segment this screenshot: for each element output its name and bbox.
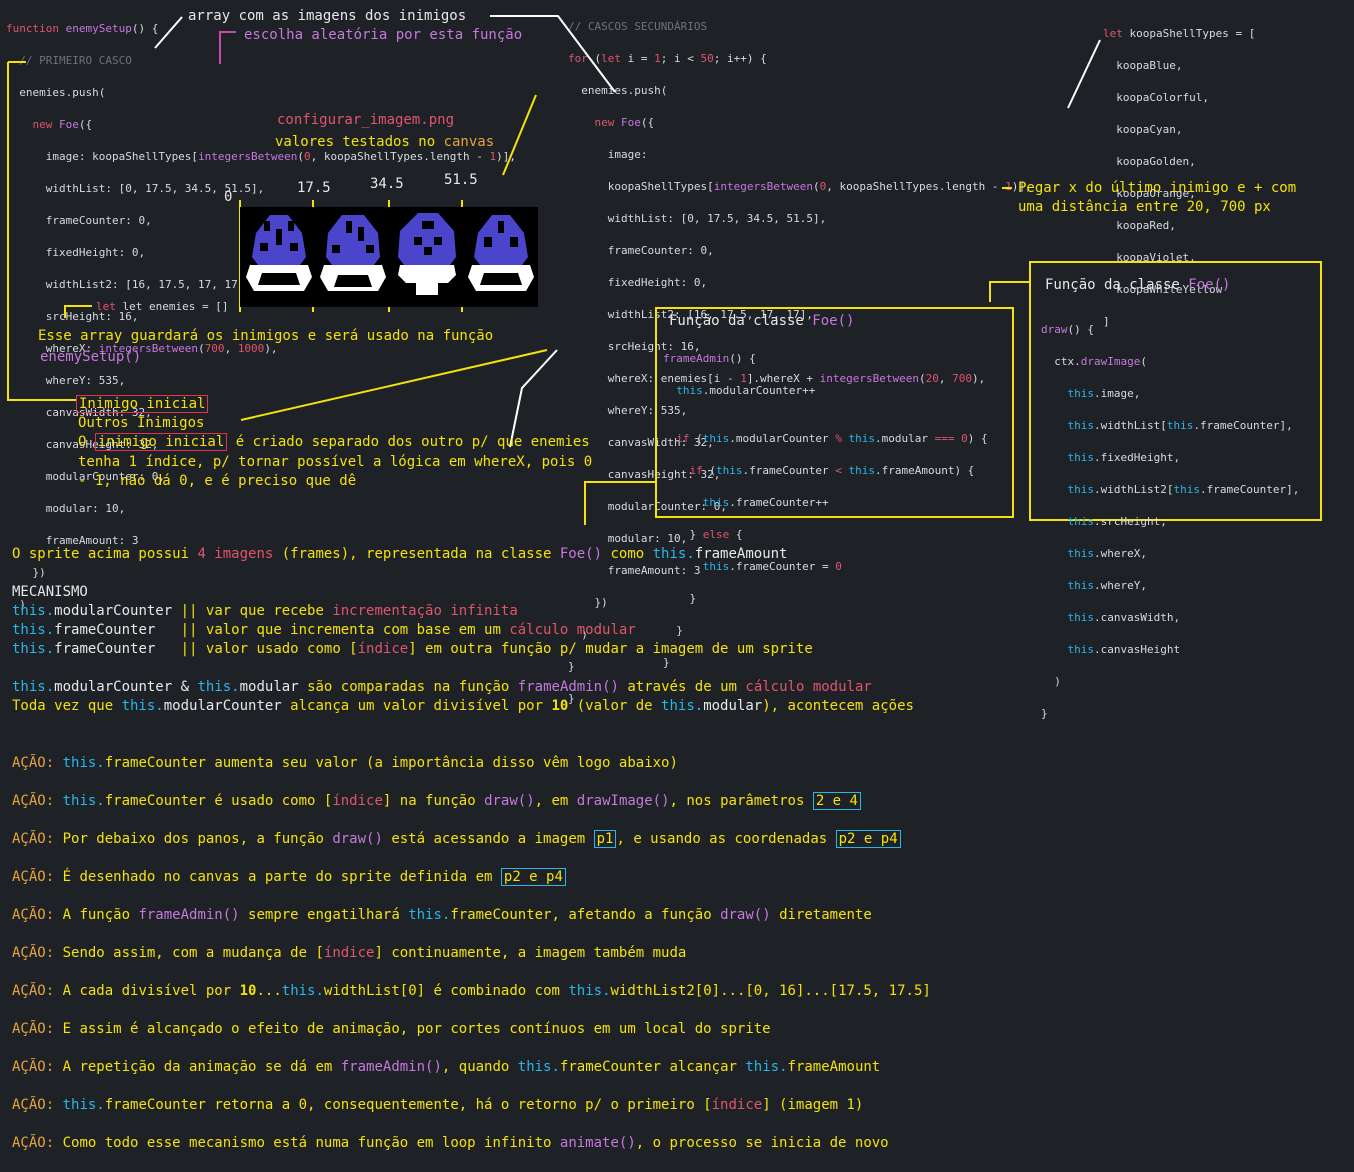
action-item: AÇÃO: Como todo esse mecanismo está numa… [12,1135,889,1151]
shell-frame-2 [320,215,386,291]
code-line: this.canvasHeight [1067,643,1181,656]
mechanism-line-1: this.modularCounter || var que recebe in… [12,603,518,619]
shell-frame-3 [398,213,456,295]
annotation-random-choice: escolha aleatória por esta função [244,27,523,43]
param-highlight-box: p2 e p4 [835,830,901,848]
annotation-array-images: array com as imagens dos inimigos [188,8,467,24]
mechanism-heading: MECANISMO [12,584,88,600]
code-line: ) [1041,675,1061,688]
label-other-enemies: Outros Inimigos [78,415,205,431]
label-initial-enemy: Inimigo inicial [76,395,209,414]
panel-title: Função da classe Foe() [1045,277,1231,293]
code-line: if (this.frameCounter < this.frameAmount… [689,464,975,477]
annotation-array-store-2: enemySetup() [40,349,142,365]
action-item: AÇÃO: this.frameCounter aumenta seu valo… [12,755,678,771]
annotation-pegar-x-2: uma distância entre 20, 700 px [1018,199,1271,215]
white-arrow-line [1067,39,1101,109]
action-item: AÇÃO: this.frameCounter retorna a 0, con… [12,1097,864,1113]
action-item: AÇÃO: Por debaixo dos panos, a função dr… [12,830,931,849]
yellow-arrow-line [989,281,1030,302]
annotation-array-store-1: Esse array guardará os inimigos e será u… [38,328,494,344]
sprite-summary-line: O sprite acima possui 4 imagens (frames)… [12,546,788,562]
white-arrow-line [154,16,183,49]
code-line: this.srcHeight, [1067,515,1167,528]
annotation-config-image: configurar_imagem.png [277,112,455,128]
frame-admin-panel: Função da classe Foe() frameAdmin() { th… [655,307,1014,669]
yellow-arrow-line [240,349,548,421]
annotation-pegar-x-1: Pegar x do último inimigo e + com [1018,180,1297,196]
koopa-shell-frames [246,213,534,295]
action-item: AÇÃO: A função frameAdmin() sempre engat… [12,907,872,923]
code-line: this.canvasWidth, [1067,611,1181,624]
param-highlight-box: 2 e 4 [812,792,861,810]
initial-enemy-box: Inimigo inicial [76,395,209,413]
code-line: ctx.drawImage( [1041,355,1147,368]
panel-title: Função da classe Foe() [669,313,855,329]
action-item: AÇÃO: Sendo assim, com a mudança de [índ… [12,945,687,961]
action-item: AÇÃO: É desenhado no canvas a parte do s… [12,868,931,887]
action-item: AÇÃO: A cada divisível por 10...this.wid… [12,983,931,999]
action-item: AÇÃO: A repetição da animação se dá em f… [12,1059,881,1075]
param-highlight-box: p2 e p4 [500,868,566,886]
shell-frame-1 [246,215,312,291]
code-line: frameAdmin() { [663,352,756,365]
mechanism-line-2: this.frameCounter || valor que increment… [12,622,636,638]
code-line: } [663,624,683,637]
comparison-line-2: Toda vez que this.modularCounter alcança… [12,698,914,714]
code-line: this.widthList[this.frameCounter], [1067,419,1293,432]
code-line: this.whereX, [1067,547,1147,560]
sprite-offset-label: 0 [224,189,233,205]
sprite-offset-label: 34.5 [370,176,404,192]
shell-frame-4 [468,215,534,291]
code-line: this.modularCounter++ [676,384,816,397]
koopa-shell-sprite [240,207,538,307]
code-line: draw() { [1041,323,1094,336]
draw-code: draw() { ctx.drawImage( this.image, this… [1041,306,1299,754]
code-line: this.whereY, [1067,579,1147,592]
action-item: AÇÃO: this.frameCounter é usado como [ín… [12,792,931,811]
comparison-line-1: this.modularCounter & this.modular são c… [12,679,872,695]
code-line: this.frameCounter++ [702,496,829,509]
annotation-tested-values: valores testados no canvas [275,134,495,150]
sprite-offset-label: 51.5 [444,172,478,188]
code-line: } else { [663,528,743,541]
draw-panel: Função da classe Foe() draw() { ctx.draw… [1029,261,1322,720]
explanation-line-1: O inimigo inicial é criado separado dos … [78,433,590,451]
code-line: this.widthList2[this.frameCounter], [1067,483,1300,496]
code-line: if (this.modularCounter % this.modular =… [676,432,988,445]
sprite-offset-label: 17.5 [297,180,331,196]
code-line: this.image, [1067,387,1141,400]
initial-enemy-inline-box: inimigo inicial [94,433,228,451]
yellow-arrow-line [584,481,655,525]
yellow-arrow-line [502,94,537,176]
action-list: AÇÃO: this.frameCounter aumenta seu valo… [12,735,931,1172]
mechanism-line-3: this.frameCounter || valor usado como [í… [12,641,813,657]
explanation-line-2: tenha 1 índice, p/ tornar possível a lóg… [78,454,593,470]
code-line: } [1041,707,1048,720]
magenta-arrow-line [219,31,236,64]
explanation-line-3: - 1, não dá 0, e é preciso que dê [78,473,357,489]
yellow-arrow-line [64,305,92,318]
action-item: AÇÃO: E assim é alcançado o efeito de an… [12,1021,771,1037]
code-line: this.fixedHeight, [1067,451,1181,464]
param-highlight-box: p1 [593,830,617,848]
code-line: } [663,592,697,605]
